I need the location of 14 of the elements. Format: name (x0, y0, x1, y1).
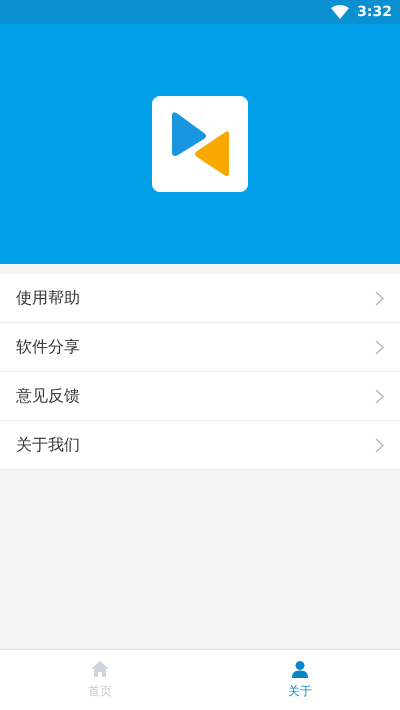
tab-item[interactable]: 关于 (200, 650, 400, 710)
menu-item[interactable]: 软件分享 (0, 323, 400, 372)
menu-item[interactable]: 关于我们 (0, 421, 400, 470)
wifi-icon (331, 5, 350, 19)
status-time: 3:32 (357, 2, 392, 22)
home-icon (90, 660, 110, 678)
chevron-right-icon (375, 340, 384, 354)
chevron-right-icon (375, 438, 384, 452)
app-logo-icon (152, 96, 248, 192)
chevron-right-icon (375, 290, 384, 306)
person-icon (291, 660, 309, 678)
menu-item[interactable]: 使用帮助 (0, 274, 400, 323)
menu-item[interactable]: 意见反馈 (0, 372, 400, 421)
chevron-right-icon (375, 388, 384, 404)
